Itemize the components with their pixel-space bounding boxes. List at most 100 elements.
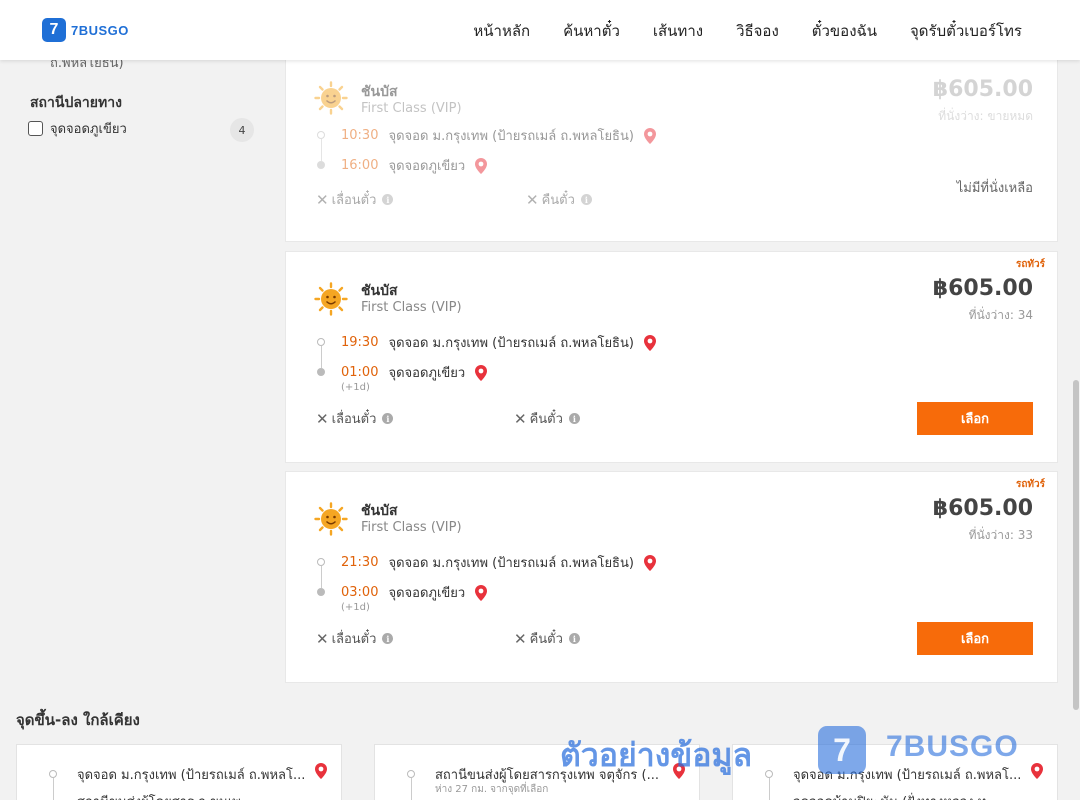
refund-ticket-policy[interactable]: ✕ คืนตั๋ว i — [514, 408, 580, 429]
departure-stop-name: จุดจอด ม.กรุงเทพ (ป้ายรถเมล์ ถ.พหลโยธิน) — [388, 129, 634, 144]
bus-class: First Class (VIP) — [361, 300, 462, 315]
refund-ticket-policy[interactable]: ✕ คืนตั๋ว i — [514, 628, 580, 649]
company-logo-sun-icon — [314, 502, 348, 536]
map-pin-icon[interactable] — [643, 127, 656, 144]
top-header: 7 7BUSGO หน้าหลัก ค้นหาตั๋ว เส้นทาง วิธี… — [0, 0, 1080, 60]
arrival-stop: 01:00 จุดจอดภูเขียว — [341, 362, 488, 383]
company-name: ชันบัส — [361, 84, 398, 100]
next-day-label: (+1d) — [341, 602, 370, 613]
refund-ticket-label: คืนตั๋ว — [541, 193, 575, 208]
map-pin-icon[interactable] — [475, 157, 488, 174]
sold-out-status: ไม่มีที่นั่งเหลือ — [956, 181, 1033, 196]
x-icon: ✕ — [514, 409, 527, 428]
map-pin-icon[interactable] — [475, 364, 488, 381]
arrival-time: 03:00 — [341, 585, 379, 600]
nearby-stop-card[interactable]: จุดจอด ม.กรุงเทพ (ป้ายรถเมล์ ถ.พหลโ... ส… — [16, 744, 342, 800]
select-trip-button[interactable]: เลือก — [917, 622, 1033, 655]
info-icon[interactable]: i — [580, 194, 592, 205]
sample-data-watermark: ตัวอย่างข้อมูล — [560, 736, 753, 774]
next-day-label: (+1d) — [341, 382, 370, 393]
map-pin-icon[interactable] — [475, 584, 488, 601]
arrival-time: 01:00 — [341, 365, 379, 380]
departure-stop-name: จุดจอด ม.กรุงเทพ (ป้ายรถเมล์ ถ.พหลโยธิน) — [388, 336, 634, 351]
departure-time: 21:30 — [341, 555, 379, 570]
map-pin-icon[interactable] — [315, 763, 327, 779]
x-icon: ✕ — [316, 190, 329, 209]
bus-type-tag: รถทัวร์ — [1015, 479, 1045, 490]
trip-card: ชันบัส First Class (VIP) ฿605.00 ที่นั่ง… — [285, 52, 1058, 242]
page-scrollbar[interactable] — [1072, 60, 1080, 800]
arrival-stop: 16:00 จุดจอดภูเขียว — [341, 155, 488, 176]
filter-option-label: จุดจอดภูเขียว — [50, 122, 127, 137]
select-trip-button[interactable]: เลือก — [917, 402, 1033, 435]
info-icon[interactable]: i — [382, 413, 394, 424]
company-logo-sun-icon — [314, 282, 348, 316]
departure-stop: 19:30 จุดจอด ม.กรุงเทพ (ป้ายรถเมล์ ถ.พหล… — [341, 332, 656, 353]
map-pin-icon[interactable] — [1031, 763, 1043, 779]
company-name: ชันบัส — [361, 283, 398, 299]
main-nav: หน้าหลัก ค้นหาตั๋ว เส้นทาง วิธีจอง ตั๋วข… — [473, 19, 1022, 43]
filter-count-badge: 4 — [230, 118, 254, 142]
change-ticket-policy[interactable]: ✕ เลื่อนตั๋ว i — [316, 408, 394, 429]
trip-price: ฿605.00 — [932, 496, 1033, 521]
trip-card: รถทัวร์ ชันบัส First Class (VIP) ฿605.00… — [285, 471, 1058, 683]
departure-stop: 21:30 จุดจอด ม.กรุงเทพ (ป้ายรถเมล์ ถ.พหล… — [341, 552, 656, 573]
scrollbar-thumb[interactable] — [1073, 380, 1079, 710]
x-icon: ✕ — [316, 629, 329, 648]
company-logo-sun-icon — [314, 81, 348, 115]
refund-ticket-policy[interactable]: ✕ คืนตั๋ว i — [526, 189, 592, 210]
nearby-stops-title: จุดขึ้น-ลง ใกล้เคียง — [16, 711, 140, 729]
nearby-stop-name-secondary: สถานีขนส่งผู้โดยสาร ก.ขนเพ... — [77, 791, 309, 800]
watermark-logo-text: 7BUSGO — [886, 730, 1019, 763]
x-icon: ✕ — [316, 409, 329, 428]
info-icon[interactable]: i — [568, 633, 580, 644]
change-ticket-label: เลื่อนตั๋ว — [331, 412, 377, 427]
bus-type-tag: รถทัวร์ — [1015, 259, 1045, 270]
nav-home[interactable]: หน้าหลัก — [473, 19, 530, 43]
bus-class: First Class (VIP) — [361, 520, 462, 535]
logo-text: 7BUSGO — [71, 22, 129, 38]
nav-how-to-book[interactable]: วิธีจอง — [736, 19, 779, 43]
watermark-logo-badge: 7 — [818, 726, 866, 774]
nav-my-tickets[interactable]: ตั๋วของฉัน — [812, 19, 877, 43]
change-ticket-policy[interactable]: ✕ เลื่อนตั๋ว i — [316, 628, 394, 649]
refund-ticket-label: คืนตั๋ว — [529, 632, 563, 647]
arrival-stop-name: จุดจอดภูเขียว — [388, 159, 466, 174]
nearby-stop-distance: ห่าง 27 กม. จากจุดที่เลือก — [435, 784, 549, 795]
change-ticket-policy[interactable]: ✕ เลื่อนตั๋ว i — [316, 189, 394, 210]
map-pin-icon[interactable] — [643, 334, 656, 351]
bus-class: First Class (VIP) — [361, 101, 462, 116]
departure-stop-name: จุดจอด ม.กรุงเทพ (ป้ายรถเมล์ ถ.พหลโยธิน) — [388, 556, 634, 571]
trip-card: รถทัวร์ ชันบัส First Class (VIP) ฿605.00… — [285, 251, 1058, 463]
info-icon[interactable]: i — [568, 413, 580, 424]
seats-available: ที่นั่งว่าง: 33 — [968, 528, 1033, 542]
departure-time: 19:30 — [341, 335, 379, 350]
site-logo[interactable]: 7 7BUSGO — [42, 18, 129, 42]
change-ticket-label: เลื่อนตั๋ว — [331, 193, 377, 208]
nav-search-tickets[interactable]: ค้นหาตั๋ว — [563, 19, 620, 43]
nearby-stop-name-secondary: จุดจอดบ้านปิยะนัน (ฝั่งทางหลวง ท... — [793, 791, 1025, 800]
filter-option-phukhieo[interactable]: จุดจอดภูเขียว 4 — [28, 118, 254, 142]
nav-ticket-pickup[interactable]: จุดรับตั๋วเบอร์โทร — [910, 19, 1022, 43]
map-pin-icon[interactable] — [643, 554, 656, 571]
refund-ticket-label: คืนตั๋ว — [529, 412, 563, 427]
company-name: ชันบัส — [361, 503, 398, 519]
filter-checkbox[interactable] — [28, 121, 43, 136]
seats-available: ที่นั่งว่าง: 34 — [968, 308, 1033, 322]
filter-title-destination: สถานีปลายทาง — [30, 95, 122, 111]
nav-routes[interactable]: เส้นทาง — [653, 19, 703, 43]
departure-stop: 10:30 จุดจอด ม.กรุงเทพ (ป้ายรถเมล์ ถ.พหล… — [341, 125, 656, 146]
x-icon: ✕ — [514, 629, 527, 648]
seats-available: ที่นั่งว่าง: ขายหมด — [938, 109, 1033, 123]
info-icon[interactable]: i — [382, 194, 394, 205]
arrival-stop: 03:00 จุดจอดภูเขียว — [341, 582, 488, 603]
info-icon[interactable]: i — [382, 633, 394, 644]
trip-price: ฿605.00 — [932, 77, 1033, 102]
nearby-stop-name: จุดจอด ม.กรุงเทพ (ป้ายรถเมล์ ถ.พหลโ... — [77, 768, 306, 783]
departure-time: 10:30 — [341, 128, 379, 143]
arrival-time: 16:00 — [341, 158, 379, 173]
trip-price: ฿605.00 — [932, 276, 1033, 301]
arrival-stop-name: จุดจอดภูเขียว — [388, 366, 466, 381]
arrival-stop-name: จุดจอดภูเขียว — [388, 586, 466, 601]
x-icon: ✕ — [526, 190, 539, 209]
